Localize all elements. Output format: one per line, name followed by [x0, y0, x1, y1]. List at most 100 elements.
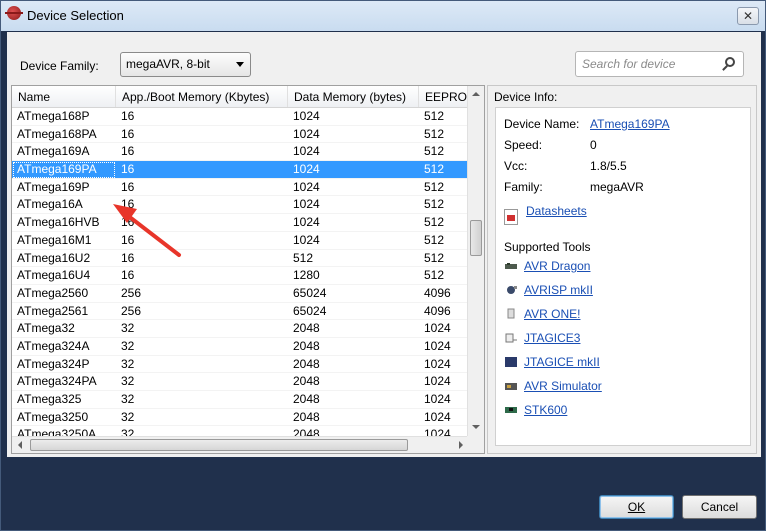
scroll-up-icon[interactable] — [468, 86, 484, 103]
table-row[interactable]: ATmega168PA 16 1024 512 — [12, 126, 469, 144]
table-body: ATmega168P 16 1024 512 ATmega168PA 16 1024 512 A… — [12, 108, 469, 445]
cell-data-memory: 2048 — [293, 374, 320, 389]
table-row[interactable]: ATmega169P 16 1024 512 — [12, 179, 469, 197]
tool-label[interactable]: AVR Dragon — [524, 258, 590, 274]
device-info-panel: Device Info: Device Name: ATmega169PA Sp… — [487, 85, 757, 454]
ok-button[interactable]: OK — [599, 495, 674, 519]
search-placeholder: Search for device — [582, 57, 676, 71]
search-icon[interactable] — [725, 57, 735, 67]
cell-app-boot-memory: 32 — [121, 338, 135, 353]
jtagice3-icon — [505, 333, 517, 343]
column-header-name[interactable]: Name — [12, 86, 116, 107]
supported-tools-title: Supported Tools — [504, 240, 591, 254]
tool-label[interactable]: JTAGICE3 — [524, 330, 580, 346]
cell-name: ATmega169PA — [12, 161, 116, 179]
cell-name: ATmega324A — [17, 338, 90, 353]
horizontal-scrollbar[interactable] — [12, 436, 469, 453]
pdf-icon — [504, 209, 518, 225]
scroll-left-icon[interactable] — [12, 437, 29, 453]
table-row[interactable]: ATmega324P 32 2048 1024 — [12, 356, 469, 374]
cell-data-memory: 2048 — [293, 321, 320, 336]
cell-app-boot-memory: 32 — [121, 392, 135, 406]
cell-data-memory: 1280 — [293, 268, 320, 283]
cell-data-memory: 1024 — [293, 197, 320, 212]
cell-data-memory: 1024 — [293, 162, 320, 177]
datasheets-link[interactable]: Datasheets — [526, 204, 587, 218]
cancel-button-label: Cancel — [700, 500, 739, 514]
cell-data-memory: 1024 — [293, 215, 320, 230]
cell-app-boot-memory: 16 — [121, 144, 135, 159]
cell-app-boot-memory: 16 — [121, 179, 135, 194]
cell-name: ATmega16HVB — [17, 215, 100, 230]
table-row[interactable]: ATmega168P 16 1024 512 — [12, 108, 469, 126]
window-title: Device Selection — [27, 8, 124, 23]
cell-app-boot-memory: 16 — [121, 268, 135, 283]
cell-data-memory: 2048 — [293, 338, 320, 353]
cell-name: ATmega16A — [17, 197, 83, 212]
tool-label[interactable]: AVRISP mkII — [524, 282, 593, 298]
cell-data-memory: 1024 — [293, 126, 320, 141]
table-row[interactable]: ATmega325 32 2048 1024 — [12, 391, 469, 409]
cancel-button[interactable]: Cancel — [682, 495, 757, 519]
cell-data-memory: 1024 — [293, 179, 320, 194]
table-row[interactable]: ATmega16U2 16 512 512 — [12, 250, 469, 268]
cell-app-boot-memory: 32 — [121, 374, 135, 389]
column-header-data-memory[interactable]: Data Memory (bytes) — [288, 86, 419, 107]
cell-app-boot-memory: 16 — [121, 215, 135, 230]
table-row[interactable]: ATmega16A 16 1024 512 — [12, 196, 469, 215]
vertical-scroll-thumb[interactable] — [470, 220, 482, 256]
device-name-label: Device Name: — [504, 117, 580, 131]
table-row[interactable]: ATmega324PA 32 2048 1024 — [12, 373, 469, 391]
avr-dragon-icon — [505, 263, 517, 269]
cell-name: ATmega3250 — [17, 409, 89, 424]
app-icon — [5, 6, 23, 20]
table-row[interactable]: ATmega3250 32 2048 1024 — [12, 409, 469, 427]
tool-label[interactable]: JTAGICE mkII — [524, 354, 600, 370]
scroll-down-icon[interactable] — [468, 419, 484, 436]
horizontal-scroll-thumb[interactable] — [30, 439, 408, 451]
cell-app-boot-memory: 32 — [121, 409, 135, 424]
device-family-dropdown[interactable]: megaAVR, 8-bit — [120, 52, 251, 77]
column-header-eeprom[interactable]: EEPROM — [419, 86, 469, 107]
close-button[interactable]: ✕ — [737, 7, 759, 25]
device-info-box: Device Name: ATmega169PA Speed: 0 Vcc: 1… — [495, 107, 751, 446]
avrisp-mkii-icon — [507, 286, 517, 294]
cell-data-memory: 1024 — [293, 109, 320, 123]
cell-data-memory: 1024 — [293, 144, 320, 159]
speed-label: Speed: — [504, 138, 543, 152]
table-row[interactable]: ATmega16U4 16 1280 512 — [12, 267, 469, 285]
cell-app-boot-memory: 16 — [121, 162, 135, 177]
search-input[interactable]: Search for device — [575, 51, 744, 77]
vcc-value: 1.8/5.5 — [590, 159, 627, 173]
table-row[interactable]: ATmega169PA 16 1024 512 — [12, 161, 469, 179]
cell-name: ATmega325 — [17, 392, 82, 406]
cell-data-memory: 65024 — [293, 285, 327, 300]
vertical-scrollbar[interactable] — [467, 86, 484, 436]
table-row[interactable]: ATmega16M1 16 1024 512 — [12, 232, 469, 250]
cell-name: ATmega168P — [17, 109, 90, 123]
device-selection-window: Device Selection ✕ Device Family: megaAV… — [0, 0, 766, 531]
tool-label[interactable]: AVR Simulator — [524, 378, 602, 394]
table-header: Name App./Boot Memory (Kbytes) Data Memo… — [12, 86, 469, 108]
cell-app-boot-memory: 256 — [121, 303, 142, 318]
device-name-link[interactable]: ATmega169PA — [590, 117, 670, 131]
table-row[interactable]: ATmega2560 256 65024 4096 — [12, 285, 469, 303]
table-row[interactable]: ATmega324A 32 2048 1024 — [12, 338, 469, 356]
speed-value: 0 — [590, 138, 597, 152]
device-family-value: megaAVR, 8-bit — [126, 57, 210, 71]
cell-data-memory: 65024 — [293, 303, 327, 318]
tool-label[interactable]: STK600 — [524, 402, 567, 418]
cell-name: ATmega168PA — [17, 126, 97, 141]
cell-app-boot-memory: 32 — [121, 356, 135, 371]
table-row[interactable]: ATmega16HVB 16 1024 512 — [12, 214, 469, 232]
family-value: megaAVR — [590, 180, 644, 194]
tool-label[interactable]: AVR ONE! — [524, 306, 580, 322]
table-row[interactable]: ATmega2561 256 65024 4096 — [12, 303, 469, 321]
cell-data-memory: 2048 — [293, 356, 320, 371]
table-row[interactable]: ATmega169A 16 1024 512 — [12, 143, 469, 162]
cell-name: ATmega16M1 — [17, 232, 92, 247]
column-header-app-boot-memory[interactable]: App./Boot Memory (Kbytes) — [116, 86, 288, 107]
title-bar: Device Selection ✕ — [1, 1, 765, 31]
avr-simulator-icon — [505, 383, 517, 390]
table-row[interactable]: ATmega32 32 2048 1024 — [12, 320, 469, 338]
